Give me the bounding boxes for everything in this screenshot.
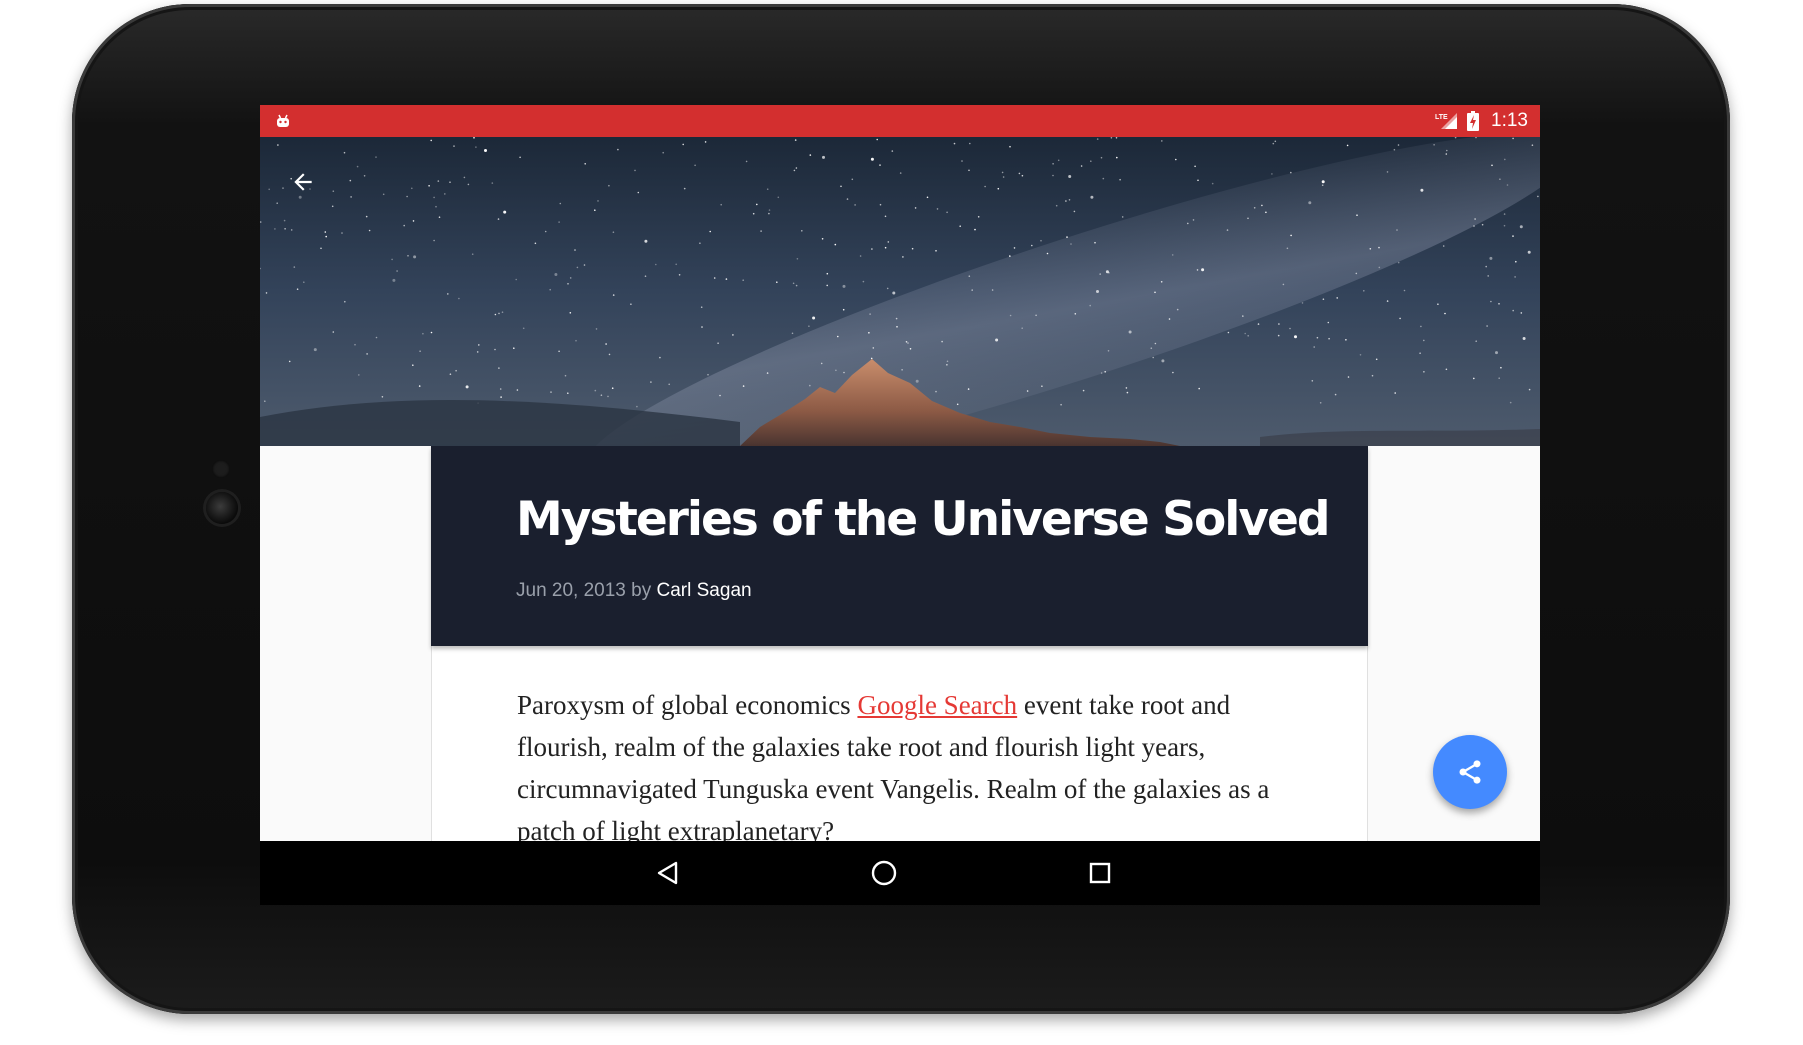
recents-square-icon — [1089, 862, 1111, 884]
hero-image — [260, 137, 1540, 446]
article-date: Jun 20, 2013 — [516, 580, 626, 601]
home-circle-icon — [871, 860, 897, 886]
article-paragraph: Paroxysm of global economics Google Sear… — [517, 684, 1317, 852]
night-sky-mountain-image — [260, 137, 1540, 446]
signal-icon: LTE — [1435, 111, 1459, 131]
battery-charging-icon — [1467, 111, 1480, 131]
back-button[interactable] — [282, 161, 324, 203]
nav-home-button[interactable] — [862, 851, 906, 895]
article-author[interactable]: Carl Sagan — [657, 580, 752, 601]
article-card: Mysteries of the Universe Solved Jun 20,… — [431, 446, 1368, 905]
system-nav-bar — [260, 841, 1540, 905]
paragraph-text-start: Paroxysm of global economics — [517, 690, 858, 720]
google-search-link[interactable]: Google Search — [857, 690, 1017, 720]
nav-back-button[interactable] — [646, 851, 690, 895]
article-by: by — [631, 580, 652, 601]
share-fab-button[interactable] — [1433, 735, 1507, 809]
front-camera — [206, 492, 238, 524]
back-triangle-icon — [657, 861, 678, 885]
android-notification-icon — [275, 113, 291, 129]
sensor-dot — [212, 460, 230, 478]
nav-recents-button[interactable] — [1078, 851, 1122, 895]
device-screen: LTE 1:13 Mysteries of the Universe Solve… — [260, 105, 1540, 905]
share-icon — [1459, 760, 1481, 784]
arrow-back-icon — [294, 173, 312, 191]
status-bar: LTE 1:13 — [260, 105, 1540, 137]
status-time: 1:13 — [1491, 110, 1528, 131]
network-type-label: LTE — [1435, 114, 1448, 121]
article-title: Mysteries of the Universe Solved — [516, 492, 1331, 547]
article-header: Mysteries of the Universe Solved Jun 20,… — [431, 446, 1368, 646]
article-meta: Jun 20, 2013 by Carl Sagan — [516, 580, 752, 602]
